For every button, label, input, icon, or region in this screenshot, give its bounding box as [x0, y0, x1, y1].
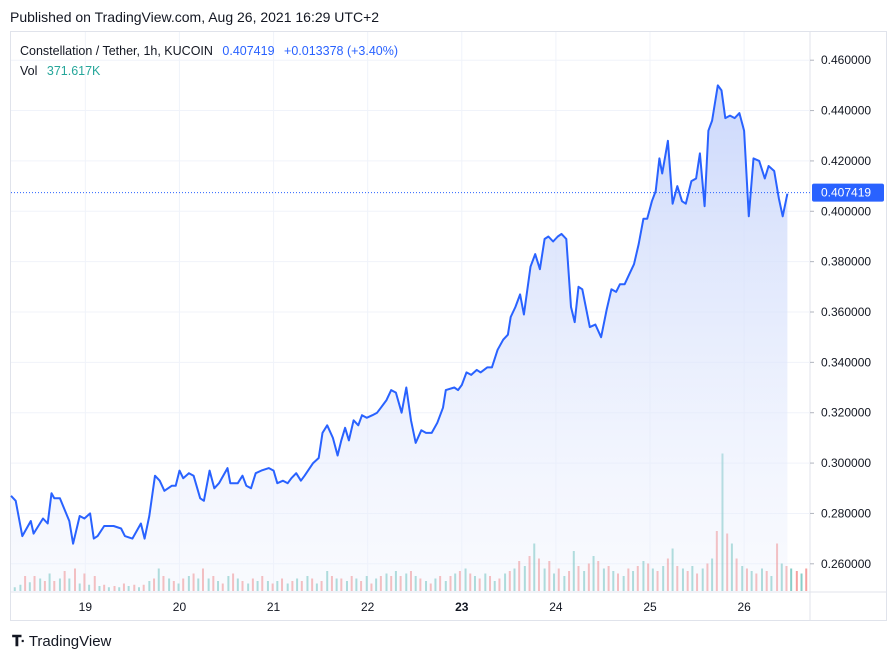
- symbol-label[interactable]: Constellation / Tether, 1h, KUCOIN: [20, 44, 213, 58]
- x-tick-label: 20: [173, 600, 187, 614]
- y-tick-label: 0.280000: [821, 506, 871, 520]
- y-tick-label: 0.420000: [821, 154, 871, 168]
- volume-bar: [800, 573, 803, 591]
- x-tick-label: 26: [737, 600, 751, 614]
- y-tick-label: 0.440000: [821, 104, 871, 118]
- y-tick-label: 0.380000: [821, 255, 871, 269]
- y-tick-label: 0.320000: [821, 406, 871, 420]
- x-tick-label: 24: [549, 600, 563, 614]
- volume-bar: [790, 568, 793, 591]
- x-tick-label: 22: [361, 600, 375, 614]
- svg-text:0.407419: 0.407419: [821, 186, 871, 200]
- legend-row-symbol: Constellation / Tether, 1h, KUCOIN 0.407…: [20, 41, 398, 61]
- y-tick-label: 0.300000: [821, 456, 871, 470]
- volume-value: 371.617K: [46, 64, 101, 78]
- volume-label[interactable]: Vol: [20, 64, 37, 78]
- price-chart[interactable]: 0.260000 0.280000 0.300000 0.320000 0.340000…: [0, 0, 896, 662]
- brand-name: TradingView: [28, 633, 112, 650]
- y-tick-label: 0.340000: [821, 355, 871, 369]
- y-tick-label: 0.460000: [821, 53, 871, 67]
- price-change-value: +0.013378 (+3.40%): [284, 44, 399, 58]
- time-axis[interactable]: 19 20 21 22 23 24 25 26: [79, 600, 751, 614]
- x-tick-label: 21: [267, 600, 281, 614]
- price-axis[interactable]: 0.260000 0.280000 0.300000 0.320000 0.340000…: [810, 53, 871, 571]
- x-tick-label: 19: [79, 600, 93, 614]
- last-price-tag: 0.407419: [812, 183, 884, 202]
- volume-bar: [795, 571, 798, 591]
- volume-bar: [805, 568, 808, 591]
- tradingview-logo-icon: 𝐓∙: [12, 633, 25, 650]
- chart-legend: Constellation / Tether, 1h, KUCOIN 0.407…: [20, 41, 398, 81]
- tradingview-logo[interactable]: 𝐓∙ TradingView: [12, 633, 111, 650]
- y-tick-label: 0.360000: [821, 305, 871, 319]
- y-tick-label: 0.260000: [821, 557, 871, 571]
- last-price-value: 0.407419: [222, 44, 275, 58]
- x-tick-label: 23: [455, 600, 469, 614]
- y-tick-label: 0.400000: [821, 204, 871, 218]
- legend-row-volume: Vol 371.617K: [20, 61, 398, 81]
- x-tick-label: 25: [643, 600, 657, 614]
